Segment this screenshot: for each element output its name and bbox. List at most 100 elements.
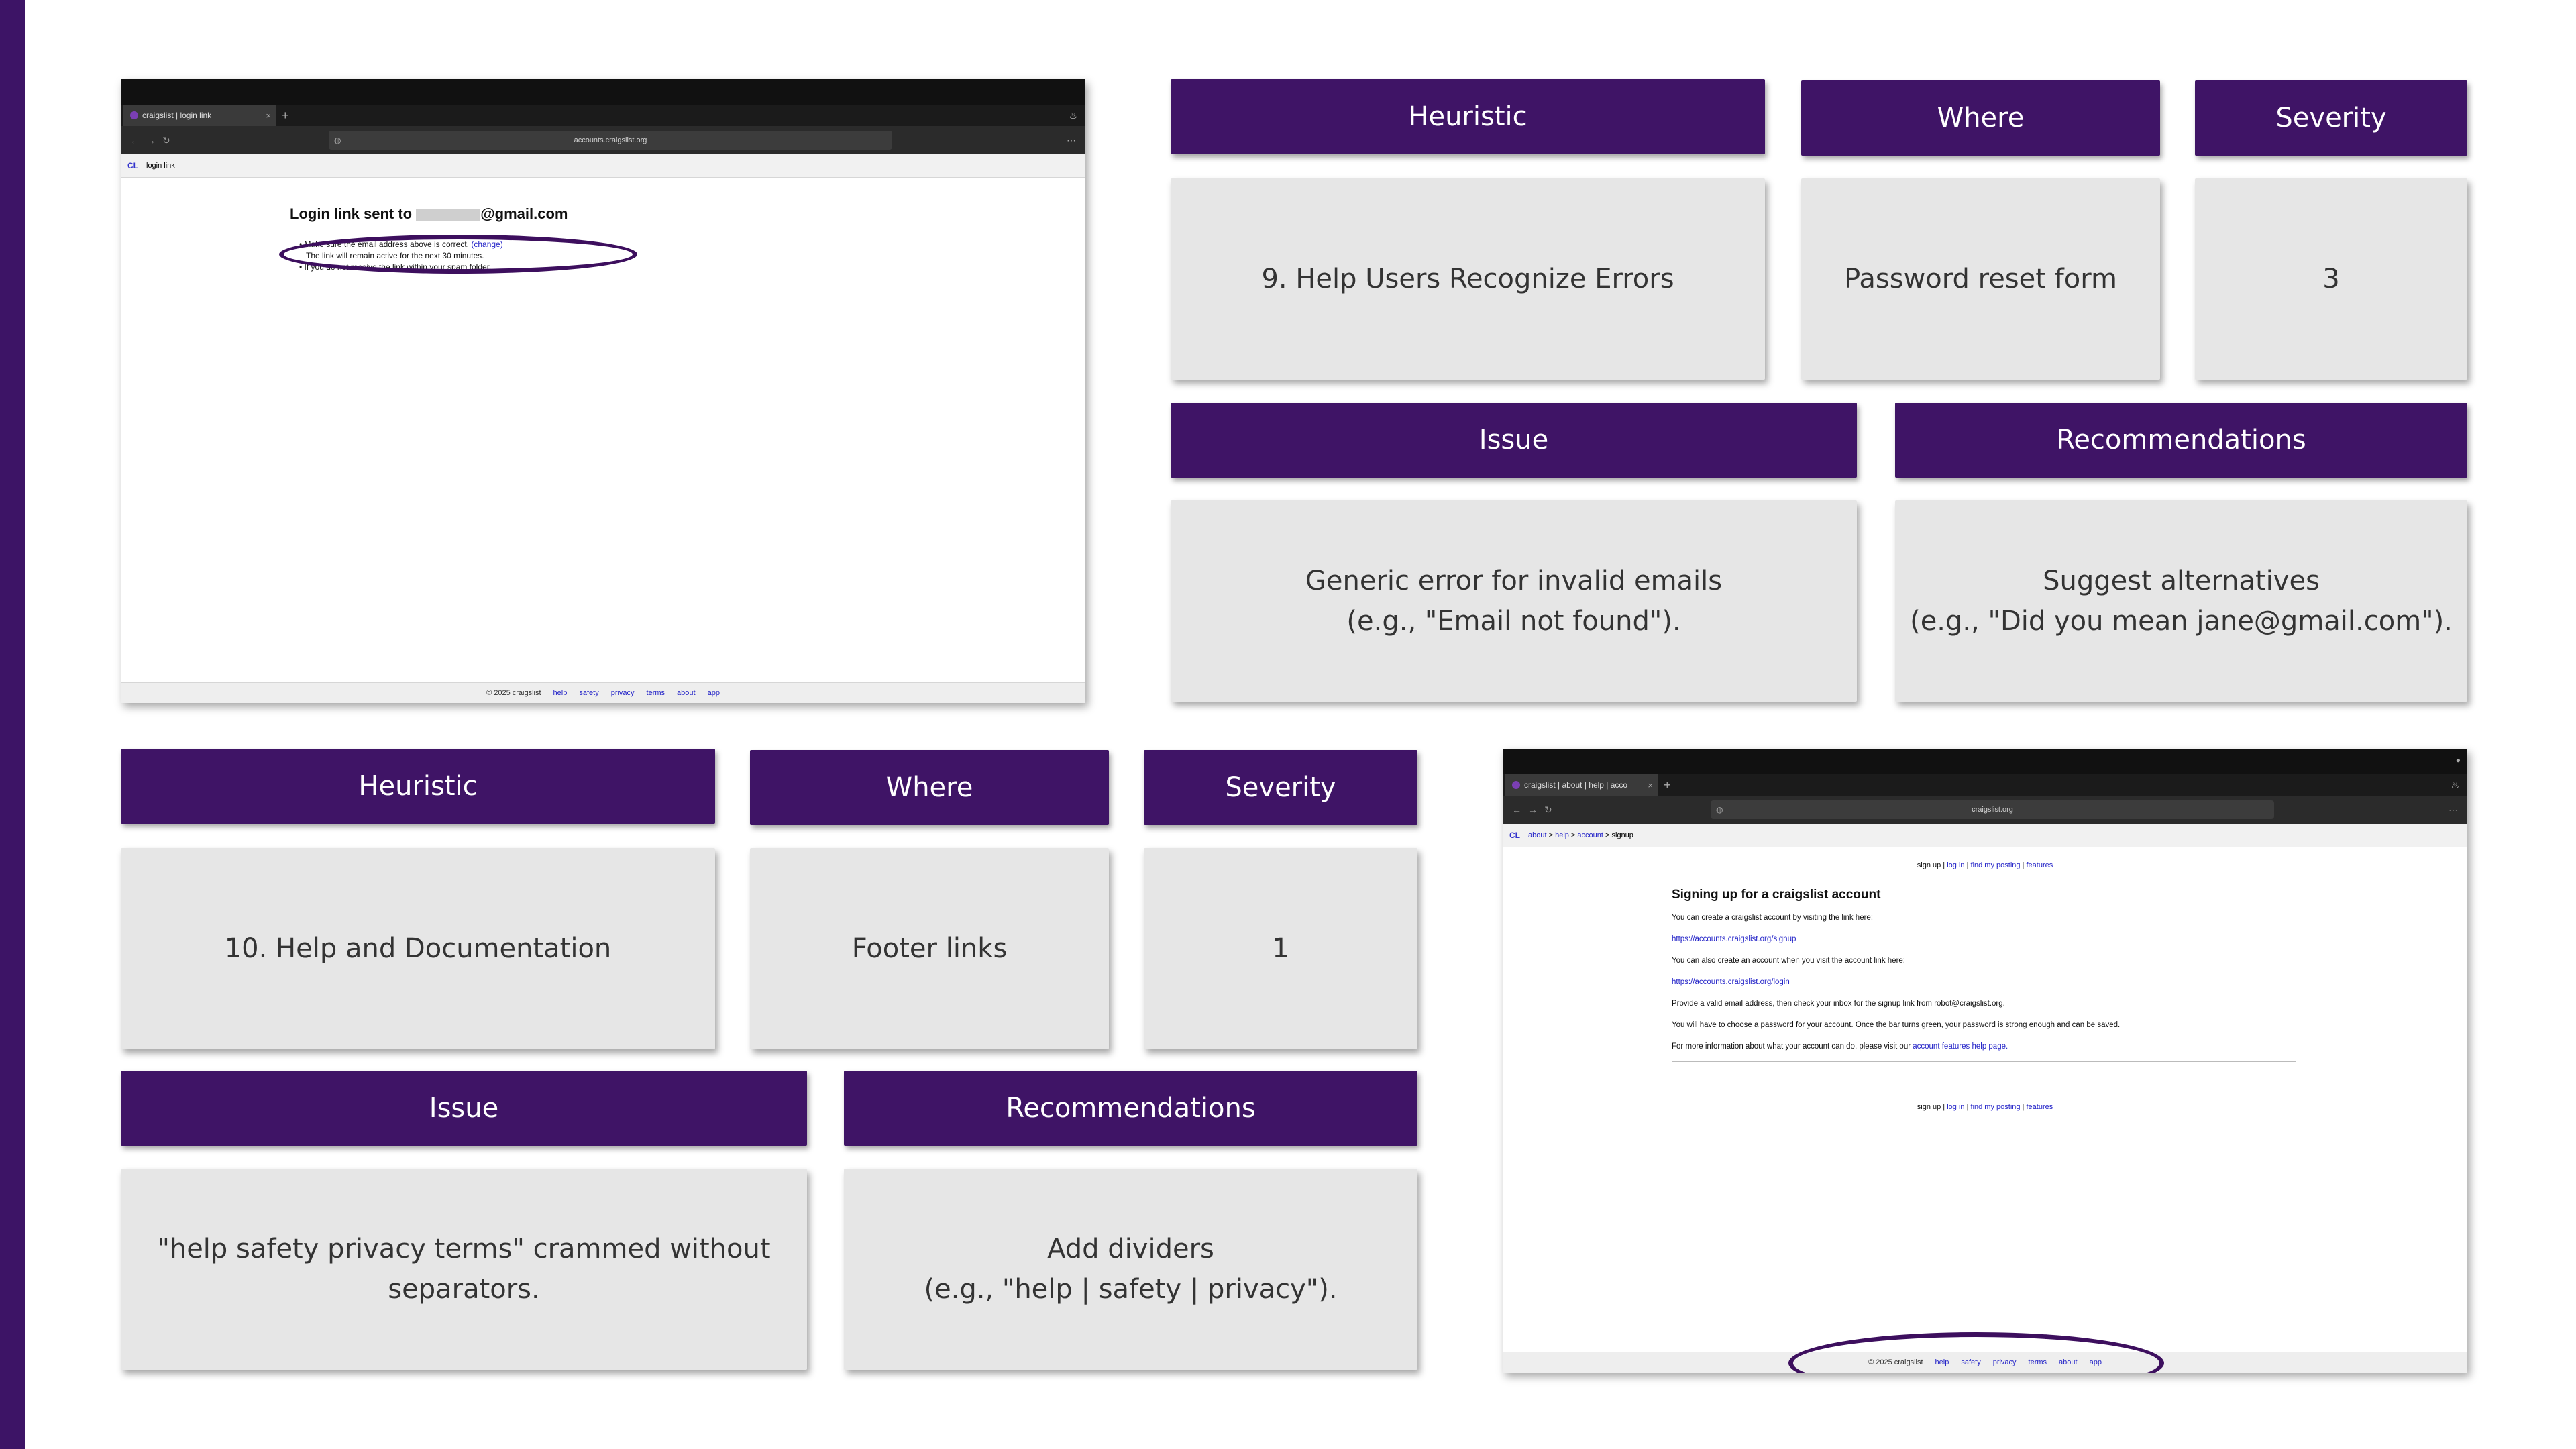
breadcrumb: CL about > help > account > signup <box>1503 824 2467 847</box>
footer-copyright: © 2025 craigslist <box>486 689 541 697</box>
left-accent-bar <box>0 0 25 1449</box>
back-forward-reload-icons[interactable]: ←→↻ <box>130 126 177 154</box>
nav-find-posting[interactable]: find my posting <box>1971 861 2021 869</box>
breadcrumb-signup: signup <box>1611 831 1633 839</box>
footer-link-about[interactable]: about <box>677 689 696 697</box>
new-tab-icon[interactable]: + <box>1664 774 1671 796</box>
footer-link-help[interactable]: help <box>553 689 568 697</box>
tab-strip: craigslist | login link × + ♨ <box>121 105 1085 126</box>
close-tab-icon[interactable]: × <box>1648 780 1653 790</box>
browser-tab[interactable]: craigslist | login link × <box>123 105 276 126</box>
top-rec-value: Suggest alternatives (e.g., "Did you mea… <box>1895 500 2467 702</box>
nav-bar: ←→↻ ◍ accounts.craigslist.org ⋯ <box>121 126 1085 154</box>
bottom-issue-header: Issue <box>121 1071 807 1146</box>
top-heuristic-header: Heuristic <box>1171 79 1765 154</box>
address-bar[interactable]: ◍ craigslist.org <box>1711 800 2274 819</box>
cell-text: Generic error for invalid emails <box>1305 566 1723 596</box>
cell-text: Suggest alternatives <box>2043 566 2320 596</box>
help-content: Signing up for a craigslist account You … <box>1672 888 2296 1062</box>
page-title: Login link sent to @gmail.com <box>290 205 568 223</box>
top-severity-value: 3 <box>2195 178 2467 380</box>
signup-link[interactable]: https://accounts.craigslist.org/signup <box>1672 934 2296 945</box>
cell-text: (e.g., "Did you mean jane@gmail.com"). <box>1910 606 2453 637</box>
window-close-icon[interactable]: ● <box>2456 755 2461 765</box>
nav-features[interactable]: features <box>2026 1103 2053 1111</box>
cell-text: 9. Help Users Recognize Errors <box>1261 264 1674 294</box>
paragraph: You will have to choose a password for y… <box>1672 1021 2121 1029</box>
footer-link-terms[interactable]: terms <box>647 689 665 697</box>
nav-signup[interactable]: sign up <box>1917 1103 1941 1111</box>
browser-tab[interactable]: craigslist | about | help | acco × <box>1505 774 1658 796</box>
top-issue-header: Issue <box>1171 402 1857 478</box>
fire-icon[interactable]: ♨ <box>1069 105 1077 126</box>
close-tab-icon[interactable]: × <box>266 111 271 121</box>
paragraph: Provide a valid email address, then chec… <box>1672 1000 2005 1008</box>
paragraph: You can also create an account when you … <box>1672 957 1905 965</box>
footer-link-safety[interactable]: safety <box>579 689 598 697</box>
breadcrumb: CL login link <box>121 154 1085 178</box>
top-issue-value: Generic error for invalid emails (e.g., … <box>1171 500 1857 702</box>
fire-icon[interactable]: ♨ <box>2451 774 2459 796</box>
paragraph: For more information about what your acc… <box>1672 1041 2296 1052</box>
breadcrumb-account[interactable]: account <box>1577 831 1603 839</box>
favicon-icon <box>1512 781 1520 789</box>
nav-login[interactable]: log in <box>1947 861 1964 869</box>
window-top-bar <box>121 79 1085 105</box>
nav-signup[interactable]: sign up <box>1917 861 1941 869</box>
bottom-recommendations-header: Recommendations <box>844 1071 1417 1146</box>
top-heuristic-value: 9. Help Users Recognize Errors <box>1171 178 1765 380</box>
highlight-ellipse <box>279 235 637 274</box>
menu-dots-icon[interactable]: ⋯ <box>2449 796 2458 824</box>
bottom-where-header: Where <box>750 750 1109 825</box>
shield-icon: ◍ <box>334 136 341 145</box>
top-severity-header: Severity <box>2195 80 2467 156</box>
login-link[interactable]: https://accounts.craigslist.org/login <box>1672 977 2296 987</box>
cell-text: Add dividers <box>1047 1234 1214 1265</box>
top-where-value: Password reset form <box>1801 178 2160 380</box>
back-forward-reload-icons[interactable]: ←→↻ <box>1512 796 1559 824</box>
tab-title: craigslist | about | help | acco <box>1524 780 1628 790</box>
cell-text: 1 <box>1272 933 1289 964</box>
footer-link-app[interactable]: app <box>708 689 720 697</box>
cell-text: (e.g., "Email not found"). <box>1346 606 1681 637</box>
cell-text: Footer links <box>851 933 1008 964</box>
cell-text: "help safety privacy terms" crammed with… <box>157 1234 771 1265</box>
favicon-icon <box>130 111 138 119</box>
paragraph: You can create a craigslist account by v… <box>1672 914 1874 922</box>
breadcrumb-help[interactable]: help <box>1555 831 1569 839</box>
menu-dots-icon[interactable]: ⋯ <box>1067 126 1076 154</box>
help-nav-top: sign up | log in | find my posting | fea… <box>1917 861 2053 869</box>
shield-icon: ◍ <box>1716 805 1723 814</box>
help-nav-bottom: sign up | log in | find my posting | fea… <box>1917 1103 2053 1111</box>
bottom-issue-value: "help safety privacy terms" crammed with… <box>121 1169 807 1370</box>
nav-login[interactable]: log in <box>1947 1103 1964 1111</box>
top-recommendations-header: Recommendations <box>1895 402 2467 478</box>
heading-suffix: @gmail.com <box>480 205 568 222</box>
new-tab-icon[interactable]: + <box>282 105 289 126</box>
paragraph-text: For more information about what your acc… <box>1672 1042 1911 1051</box>
login-link-screenshot: craigslist | login link × + ♨ ←→↻ ◍ acco… <box>121 79 1085 703</box>
cell-text: (e.g., "help | safety | privacy"). <box>924 1274 1338 1305</box>
bottom-heuristic-value: 10. Help and Documentation <box>121 848 715 1049</box>
bottom-where-value: Footer links <box>750 848 1109 1049</box>
address-bar[interactable]: ◍ accounts.craigslist.org <box>329 131 892 150</box>
bottom-heuristic-header: Heuristic <box>121 749 715 824</box>
url-text: accounts.craigslist.org <box>574 136 647 144</box>
nav-find-posting[interactable]: find my posting <box>1971 1103 2021 1111</box>
cell-text: Password reset form <box>1844 264 2117 294</box>
cell-text: separators. <box>388 1274 540 1305</box>
page-footer: © 2025 craigslist help safety privacy te… <box>121 682 1085 703</box>
cell-text: 10. Help and Documentation <box>224 933 612 964</box>
footer-link-privacy[interactable]: privacy <box>611 689 635 697</box>
url-text: craigslist.org <box>1972 806 2013 814</box>
bottom-rec-value: Add dividers (e.g., "help | safety | pri… <box>844 1169 1417 1370</box>
cl-logo[interactable]: CL <box>1509 830 1520 840</box>
page-title: Signing up for a craigslist account <box>1672 888 1881 902</box>
nav-bar: ←→↻ ◍ craigslist.org ⋯ <box>1503 796 2467 824</box>
nav-features[interactable]: features <box>2026 861 2053 869</box>
breadcrumb-about[interactable]: about <box>1528 831 1547 839</box>
account-features-link[interactable]: account features help page. <box>1913 1042 2008 1051</box>
window-top-bar: ● <box>1503 749 2467 774</box>
highlight-ellipse <box>1788 1332 2164 1373</box>
cl-logo[interactable]: CL <box>127 161 138 170</box>
